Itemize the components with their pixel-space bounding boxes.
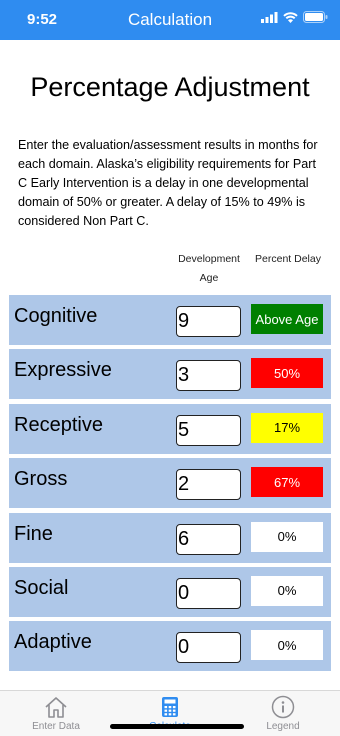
age-input-receptive[interactable]: 5	[176, 414, 241, 446]
domain-label: Receptive	[14, 413, 103, 436]
age-input-expressive[interactable]: 3	[176, 360, 241, 392]
age-input-cognitive[interactable]: 9	[176, 306, 241, 337]
status-icons	[261, 11, 328, 23]
domain-rows: Cognitive 9 Above Age Expressive 3 50% R…	[9, 295, 331, 676]
age-input-social[interactable]: 0	[176, 577, 241, 609]
home-indicator	[110, 724, 244, 729]
page-title: Percentage Adjustment	[30, 72, 310, 102]
signal-icon	[261, 11, 278, 23]
age-input-adaptive[interactable]: 0	[176, 632, 241, 664]
domain-label: Cognitive	[14, 305, 98, 327]
navigation-bar: 9:52 Calculation	[0, 0, 340, 40]
domain-row-expressive: Expressive 3 50%	[9, 349, 331, 400]
development-age-header: Development Age	[178, 253, 240, 284]
intro-text: Enter the evaluation/assessment results …	[18, 138, 318, 228]
domain-row-gross: Gross 2 67%	[9, 458, 331, 509]
info-icon	[243, 695, 323, 719]
domain-label: Social	[14, 576, 69, 599]
tab-label: Enter Data	[32, 721, 80, 732]
battery-icon	[303, 11, 328, 23]
tab-bar: Enter Data Calculate Legend	[0, 690, 340, 736]
domain-label: Expressive	[14, 359, 112, 382]
domain-label: Adaptive	[14, 631, 92, 654]
domain-row-fine: Fine 6 0%	[9, 512, 331, 563]
percent-delay-header: Percent Delay	[255, 253, 321, 265]
delay-badge-social: 0%	[251, 575, 323, 606]
domain-row-receptive: Receptive 5 17%	[9, 403, 331, 454]
delay-badge-adaptive: 0%	[251, 630, 323, 661]
delay-badge-fine: 0%	[251, 521, 323, 552]
domain-row-social: Social 0 0%	[9, 566, 331, 617]
delay-badge-cognitive: Above Age	[251, 304, 323, 334]
delay-badge-receptive: 17%	[251, 412, 323, 443]
tab-enter-data[interactable]: Enter Data	[16, 695, 96, 732]
domain-label: Gross	[14, 468, 68, 491]
age-input-fine[interactable]: 6	[176, 523, 241, 555]
domain-label: Fine	[14, 522, 53, 545]
delay-badge-gross: 67%	[251, 467, 323, 498]
delay-badge-expressive: 50%	[251, 358, 323, 389]
age-input-gross[interactable]: 2	[176, 469, 241, 501]
tab-label: Legend	[266, 721, 300, 732]
tab-legend[interactable]: Legend	[243, 695, 323, 732]
wifi-icon	[283, 11, 298, 23]
domain-row-adaptive: Adaptive 0 0%	[9, 621, 331, 672]
calculator-icon	[130, 695, 210, 719]
domain-row-cognitive: Cognitive 9 Above Age	[9, 295, 331, 345]
home-icon	[16, 695, 96, 719]
